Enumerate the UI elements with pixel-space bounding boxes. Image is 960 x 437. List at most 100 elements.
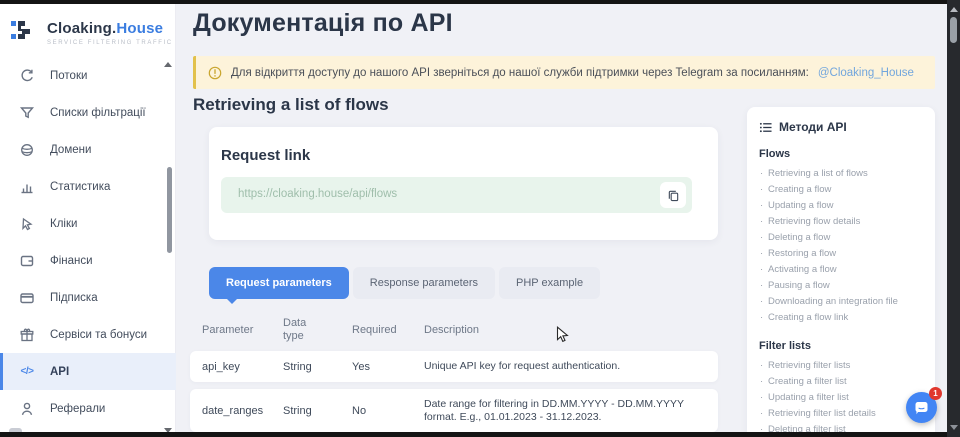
cell-data-type: String: [283, 405, 352, 417]
cell-required: No: [352, 405, 424, 417]
method-link[interactable]: Pausing a flow: [759, 278, 925, 294]
sidebar-item-flows[interactable]: Потоки: [0, 57, 176, 94]
logo[interactable]: Cloaking.House SERVICE FILTERING TRAFFIC: [0, 4, 175, 50]
request-link-card: Request link https://cloaking.house/api/…: [209, 127, 718, 240]
api-methods-panel: Методи API Flows Retrieving a list of fl…: [747, 107, 935, 437]
sidebar-item-label: Списки фільтрації: [50, 107, 146, 119]
filter-lists-method-list: Retrieving filter lists Creating a filte…: [759, 358, 925, 437]
methods-panel-header: Методи API: [759, 120, 925, 134]
table-header-row: Parameter Data type Required Description: [190, 312, 718, 348]
sidebar-item-statistics[interactable]: Статистика: [0, 168, 176, 205]
method-link[interactable]: Deleting a flow: [759, 230, 925, 246]
request-url-value: https://cloaking.house/api/flows: [238, 188, 397, 200]
sidebar-item-clicks[interactable]: Кліки: [0, 205, 176, 242]
telegram-link[interactable]: @Cloaking_House: [818, 67, 914, 79]
scroll-up-icon[interactable]: [950, 7, 958, 12]
sidebar-item-services[interactable]: Сервіси та бонуси: [0, 316, 176, 353]
banner-text: Для відкриття доступу до нашого API звер…: [231, 67, 809, 79]
api-access-banner: Для відкриття доступу до нашого API звер…: [193, 56, 935, 89]
methods-panel-title: Методи API: [779, 120, 847, 134]
tab-php-example[interactable]: PHP example: [499, 267, 600, 299]
cell-description: Date range for filtering in DD.MM.YYYY -…: [424, 398, 718, 424]
section-title: Retrieving a list of flows: [193, 95, 389, 115]
sidebar-item-label: API: [50, 366, 69, 378]
parameter-tabs: Request parameters Response parameters P…: [209, 267, 600, 299]
method-link[interactable]: Downloading an integration file: [759, 294, 925, 310]
method-link[interactable]: Updating a filter list: [759, 390, 925, 406]
sidebar-item-domains[interactable]: Домени: [0, 131, 176, 168]
window-scrollbar[interactable]: [947, 0, 960, 437]
request-link-title: Request link: [221, 147, 310, 164]
brand-name-accent: House: [116, 20, 163, 37]
methods-section-flows: Flows: [759, 148, 925, 160]
cell-required: Yes: [352, 361, 424, 373]
sidebar-item-label: Потоки: [50, 70, 87, 82]
sidebar-item-label: Сервіси та бонуси: [50, 329, 147, 341]
filter-lists-icon: [19, 105, 35, 121]
method-link[interactable]: Updating a flow: [759, 198, 925, 214]
chat-icon: [914, 401, 929, 415]
tab-request-parameters[interactable]: Request parameters: [209, 267, 349, 299]
domains-icon: [19, 142, 35, 158]
col-header-required: Required: [352, 324, 424, 336]
brand-logo-icon: [9, 15, 39, 50]
sidebar-menu: Потоки Списки фільтрації Домени: [0, 57, 176, 427]
sidebar-item-label: Реферали: [50, 403, 105, 415]
flows-icon: [19, 68, 35, 84]
subscription-icon: [19, 290, 35, 306]
table-row: date_ranges String No Date range for fil…: [190, 389, 718, 432]
sidebar-item-referrals[interactable]: Реферали: [0, 390, 176, 427]
sidebar-scroll-up-icon[interactable]: [164, 62, 172, 67]
method-link[interactable]: Creating a filter list: [759, 374, 925, 390]
sidebar-item-label: Домени: [50, 144, 91, 156]
sidebar-item-label: Підписка: [50, 292, 98, 304]
request-url-field[interactable]: https://cloaking.house/api/flows: [221, 177, 692, 213]
cell-parameter: date_ranges: [202, 405, 283, 417]
method-link[interactable]: Restoring a flow: [759, 246, 925, 262]
finances-icon: [19, 253, 35, 269]
method-link[interactable]: Creating a flow: [759, 182, 925, 198]
cell-data-type: String: [283, 361, 352, 373]
method-link[interactable]: Retrieving filter lists: [759, 358, 925, 374]
col-header-description: Description: [424, 324, 718, 336]
sidebar: Cloaking.House SERVICE FILTERING TRAFFIC…: [0, 4, 176, 432]
method-link[interactable]: Retrieving a list of flows: [759, 166, 925, 182]
api-icon: </>: [19, 364, 35, 380]
window-scrollbar-thumb[interactable]: [950, 17, 957, 43]
method-link[interactable]: Retrieving filter list details: [759, 406, 925, 422]
brand-name-primary: Cloaking.: [47, 20, 116, 37]
scroll-down-icon[interactable]: [950, 425, 958, 430]
tab-response-parameters[interactable]: Response parameters: [353, 267, 495, 299]
referrals-icon: [19, 401, 35, 417]
table-row: api_key String Yes Unique API key for re…: [190, 351, 718, 382]
list-icon: [759, 121, 772, 134]
method-link[interactable]: Retrieving flow details: [759, 214, 925, 230]
methods-section-filter-lists: Filter lists: [759, 340, 925, 352]
page-title: Документація по API: [193, 9, 453, 38]
copy-button[interactable]: [660, 182, 686, 208]
col-header-parameter: Parameter: [202, 324, 283, 336]
statistics-icon: [19, 179, 35, 195]
copy-icon: [667, 189, 680, 202]
sidebar-item-label: Фінанси: [50, 255, 93, 267]
sidebar-item-label: Статистика: [50, 181, 110, 193]
sidebar-item-subscription[interactable]: Підписка: [0, 279, 176, 316]
sidebar-item-finances[interactable]: Фінанси: [0, 242, 176, 279]
method-link[interactable]: Activating a flow: [759, 262, 925, 278]
sidebar-scrollbar-thumb[interactable]: [167, 167, 172, 253]
flows-method-list: Retrieving a list of flows Creating a fl…: [759, 166, 925, 326]
cell-description: Unique API key for request authenticatio…: [424, 360, 718, 373]
brand-tagline: SERVICE FILTERING TRAFFIC: [47, 40, 173, 46]
method-link[interactable]: Creating a flow link: [759, 310, 925, 326]
window-top-edge: [0, 0, 960, 4]
services-icon: [19, 327, 35, 343]
sidebar-item-label: Кліки: [50, 218, 77, 230]
warning-circle-icon: [208, 66, 222, 80]
parameters-table: Parameter Data type Required Description…: [190, 312, 718, 348]
window-bottom-edge: [0, 432, 960, 437]
col-header-data-type: Data type: [283, 317, 352, 343]
sidebar-item-filter-lists[interactable]: Списки фільтрації: [0, 94, 176, 131]
clicks-icon: [19, 216, 35, 232]
sidebar-item-api[interactable]: </> API: [0, 353, 176, 390]
cell-parameter: api_key: [202, 361, 283, 373]
